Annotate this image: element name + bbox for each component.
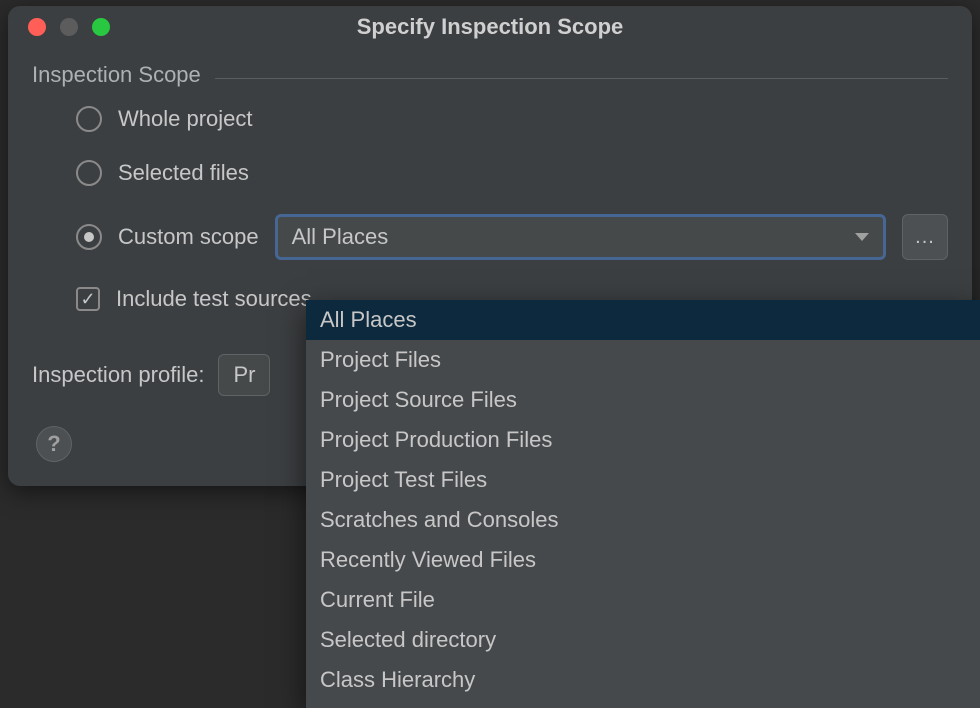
titlebar: Specify Inspection Scope <box>8 6 972 48</box>
dropdown-item-label: Class Hierarchy <box>320 667 475 693</box>
inspection-profile-dropdown[interactable]: Pr <box>218 354 270 396</box>
radio-icon <box>76 106 102 132</box>
dropdown-item-label: Project Source Files <box>320 387 517 413</box>
dropdown-item-label: Project Production Files <box>320 427 552 453</box>
close-icon[interactable] <box>28 18 46 36</box>
dropdown-item-label: Selected directory <box>320 627 496 653</box>
radio-icon <box>76 160 102 186</box>
dropdown-item-label: All Places <box>320 307 417 333</box>
minimize-icon <box>60 18 78 36</box>
radio-custom-scope[interactable] <box>76 224 102 250</box>
radio-label: Custom scope <box>118 224 259 250</box>
dropdown-item-project-test-files[interactable]: Project Test Files <box>306 460 980 500</box>
question-mark-icon: ? <box>47 431 60 457</box>
section-title: Inspection Scope <box>32 62 201 88</box>
dropdown-selected-text: All Places <box>292 224 389 250</box>
dropdown-item-scratches-consoles[interactable]: Scratches and Consoles <box>306 500 980 540</box>
dropdown-item-project-files[interactable]: Project Files <box>306 340 980 380</box>
radio-custom-scope-row: Custom scope All Places ... <box>76 214 948 260</box>
dropdown-item-recently-viewed-files[interactable]: Recently Viewed Files <box>306 540 980 580</box>
browse-scope-button[interactable]: ... <box>902 214 948 260</box>
scope-dropdown-popup: All Places Project Files Project Source … <box>306 300 980 708</box>
section-header: Inspection Scope <box>32 62 948 88</box>
radio-label: Selected files <box>118 160 249 186</box>
radio-selected-files[interactable]: Selected files <box>76 160 948 186</box>
custom-scope-dropdown[interactable]: All Places <box>275 214 886 260</box>
traffic-lights <box>8 18 110 36</box>
radio-whole-project[interactable]: Whole project <box>76 106 948 132</box>
dropdown-item-project-production-files[interactable]: Project Production Files <box>306 420 980 460</box>
chevron-down-icon <box>855 233 869 241</box>
dropdown-item-all-places[interactable]: All Places <box>306 300 980 340</box>
dropdown-item-label: Scratches and Consoles <box>320 507 558 533</box>
ellipsis-icon: ... <box>915 226 935 249</box>
inspection-profile-label: Inspection profile: <box>32 362 204 388</box>
dropdown-item-class-hierarchy[interactable]: Class Hierarchy <box>306 660 980 700</box>
inspection-profile-value: Pr <box>233 362 255 388</box>
dropdown-item-label: Project Test Files <box>320 467 487 493</box>
maximize-icon[interactable] <box>92 18 110 36</box>
dropdown-item-label: Recently Viewed Files <box>320 547 536 573</box>
checkbox-icon: ✓ <box>76 287 100 311</box>
dropdown-item-current-file[interactable]: Current File <box>306 580 980 620</box>
dropdown-item-label: Project Files <box>320 347 441 373</box>
dropdown-item-project-source-files[interactable]: Project Source Files <box>306 380 980 420</box>
radio-label: Whole project <box>118 106 253 132</box>
checkbox-label: Include test sources <box>116 286 312 312</box>
scope-radio-group: Whole project Selected files Custom scop… <box>32 106 948 260</box>
dropdown-item-selected-directory[interactable]: Selected directory <box>306 620 980 660</box>
section-divider <box>215 78 948 79</box>
dropdown-item-label: Current File <box>320 587 435 613</box>
help-button[interactable]: ? <box>36 426 72 462</box>
dialog-title: Specify Inspection Scope <box>8 14 972 40</box>
